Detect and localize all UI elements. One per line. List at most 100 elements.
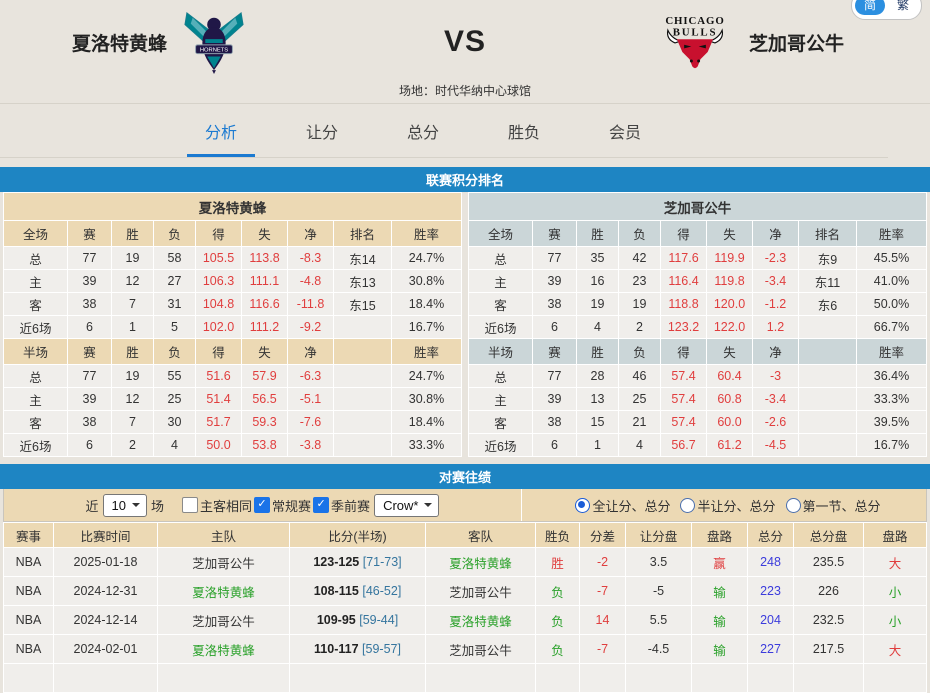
table-cell: -2.6 <box>753 411 799 434</box>
table-cell: 123.2 <box>661 316 707 339</box>
radio-half-handicap-total[interactable] <box>680 498 695 513</box>
table-cell <box>334 411 392 434</box>
tab-handicap[interactable]: 让分 <box>303 104 341 157</box>
h2h-header-row: 赛事比赛时间主队比分(半场)客队胜负分差让分盘盘路总分总分盘盘路 <box>4 523 927 548</box>
table-cell: 6 <box>533 434 577 457</box>
standings-table-hornets: 夏洛特黄蜂全场赛胜负得失净排名胜率总771958105.5113.8-8.3东1… <box>3 192 462 457</box>
table-cell: 2 <box>619 316 661 339</box>
table-row: 近6场62450.053.8-3.833.3% <box>4 434 462 457</box>
table-cell: 1.2 <box>753 316 799 339</box>
column-header: 负 <box>619 221 661 247</box>
table-cell: 58 <box>154 247 196 270</box>
table-cell: 39 <box>533 388 577 411</box>
tab-member[interactable]: 会员 <box>606 104 644 157</box>
table-cell: 102.0 <box>196 316 242 339</box>
table-cell: 38 <box>533 411 577 434</box>
checkbox-preseason[interactable]: ✓ <box>313 497 329 513</box>
point-diff-cell: 14 <box>580 606 626 635</box>
table-row: 客3873051.759.3-7.618.4% <box>4 411 462 434</box>
table-cell: 16.7% <box>392 316 462 339</box>
recent-label-prefix: 近 <box>86 496 99 515</box>
over-under-cell: 小 <box>864 606 927 635</box>
column-header: 半场 <box>4 339 68 365</box>
column-header: 分差 <box>580 523 626 548</box>
table-row: 主391623116.4119.8-3.4东1141.0% <box>469 270 927 293</box>
table-cell <box>334 365 392 388</box>
standings-tables: 夏洛特黄蜂全场赛胜负得失净排名胜率总771958105.5113.8-8.3东1… <box>0 192 930 457</box>
checkbox-label: 季前赛 <box>331 496 370 515</box>
table-cell: -6.3 <box>288 365 334 388</box>
table-cell: 东11 <box>799 270 857 293</box>
column-header: 胜负 <box>536 523 580 548</box>
table-cell: -11.8 <box>288 293 334 316</box>
league-cell: NBA <box>4 635 54 664</box>
radio-q1-handicap-total[interactable] <box>786 498 801 513</box>
table-cell: 15 <box>577 411 619 434</box>
table-cell: 39 <box>68 388 112 411</box>
column-header: 赛 <box>68 221 112 247</box>
table-cell: 33.3% <box>392 434 462 457</box>
hornets-logo-text: HORNETS <box>200 48 228 54</box>
date-cell: 2024-12-31 <box>54 577 158 606</box>
handicap-result-cell: 输 <box>692 577 748 606</box>
h2h-filter-bar: 近 10 场 主客相同✓常规赛✓季前赛 Crow* 全让分、总分半让分、总分第一… <box>3 489 927 522</box>
total-points-cell: 227 <box>748 635 794 664</box>
table-cell: 113.8 <box>242 247 288 270</box>
table-cell: 19 <box>112 365 154 388</box>
tab-total[interactable]: 总分 <box>404 104 442 157</box>
table-cell: 31 <box>154 293 196 316</box>
header-row: 半场赛胜负得失净胜率 <box>469 339 927 365</box>
table-cell: 东6 <box>799 293 857 316</box>
score-cell: 123-125 [71-73] <box>290 548 426 577</box>
point-diff-cell: -2 <box>580 548 626 577</box>
table-cell <box>626 664 692 693</box>
bookmaker-select[interactable]: Crow* <box>374 494 439 517</box>
column-header: 净 <box>753 221 799 247</box>
table-cell: 41.0% <box>857 270 927 293</box>
table-cell: 56.5 <box>242 388 288 411</box>
checkbox-label: 主客相同 <box>200 496 252 515</box>
checkbox-label: 常规赛 <box>272 496 311 515</box>
column-header: 胜率 <box>392 339 462 365</box>
table-row: 客38731104.8116.6-11.8东1518.4% <box>4 293 462 316</box>
table-cell: 39 <box>533 270 577 293</box>
h2h-row <box>4 664 927 693</box>
standings-table-bulls: 芝加哥公牛全场赛胜负得失净排名胜率总773542117.6119.9-2.3东9… <box>468 192 927 457</box>
column-header: 负 <box>154 221 196 247</box>
nav-tabbar: 分析 让分 总分 胜负 会员 <box>0 104 888 158</box>
checkbox-regular-season[interactable]: ✓ <box>254 497 270 513</box>
table-cell: 主 <box>4 388 68 411</box>
recent-games-select[interactable]: 10 <box>103 494 147 517</box>
table-cell: 12 <box>112 270 154 293</box>
table-row: 近6场615102.0111.2-9.216.7% <box>4 316 462 339</box>
table-cell: -7.6 <box>288 411 334 434</box>
checkbox-same-venue[interactable] <box>182 497 198 513</box>
table-cell: 122.0 <box>707 316 753 339</box>
h2h-row: NBA2024-12-31夏洛特黄蜂108-115 [46-52]芝加哥公牛负-… <box>4 577 927 606</box>
table-cell: 5 <box>154 316 196 339</box>
table-cell: 57.4 <box>661 411 707 434</box>
table-cell <box>536 664 580 693</box>
lang-simplified-button[interactable]: 简 <box>855 0 885 15</box>
table-cell: 客 <box>4 411 68 434</box>
table-cell: 客 <box>469 293 533 316</box>
radio-label: 全让分、总分 <box>592 496 670 515</box>
table-cell <box>794 664 864 693</box>
table-cell: 119.9 <box>707 247 753 270</box>
h2h-row: NBA2024-12-14芝加哥公牛109-95 [59-44]夏洛特黄蜂负14… <box>4 606 927 635</box>
h2h-section-title: 对赛往绩 <box>0 464 930 489</box>
handicap-result-cell: 输 <box>692 606 748 635</box>
table-cell: 16 <box>577 270 619 293</box>
table-cell: 30 <box>154 411 196 434</box>
table-cell: 66.7% <box>857 316 927 339</box>
tab-winloss[interactable]: 胜负 <box>505 104 543 157</box>
lang-traditional-button[interactable]: 繁 <box>888 0 918 15</box>
table-cell: 16.7% <box>857 434 927 457</box>
tab-analysis[interactable]: 分析 <box>202 104 240 157</box>
radio-full-handicap-total[interactable] <box>575 498 590 513</box>
column-header: 赛 <box>533 221 577 247</box>
table-cell: 30.8% <box>392 388 462 411</box>
column-header: 胜 <box>112 221 154 247</box>
column-header: 胜 <box>577 221 619 247</box>
table-cell: 总 <box>469 365 533 388</box>
